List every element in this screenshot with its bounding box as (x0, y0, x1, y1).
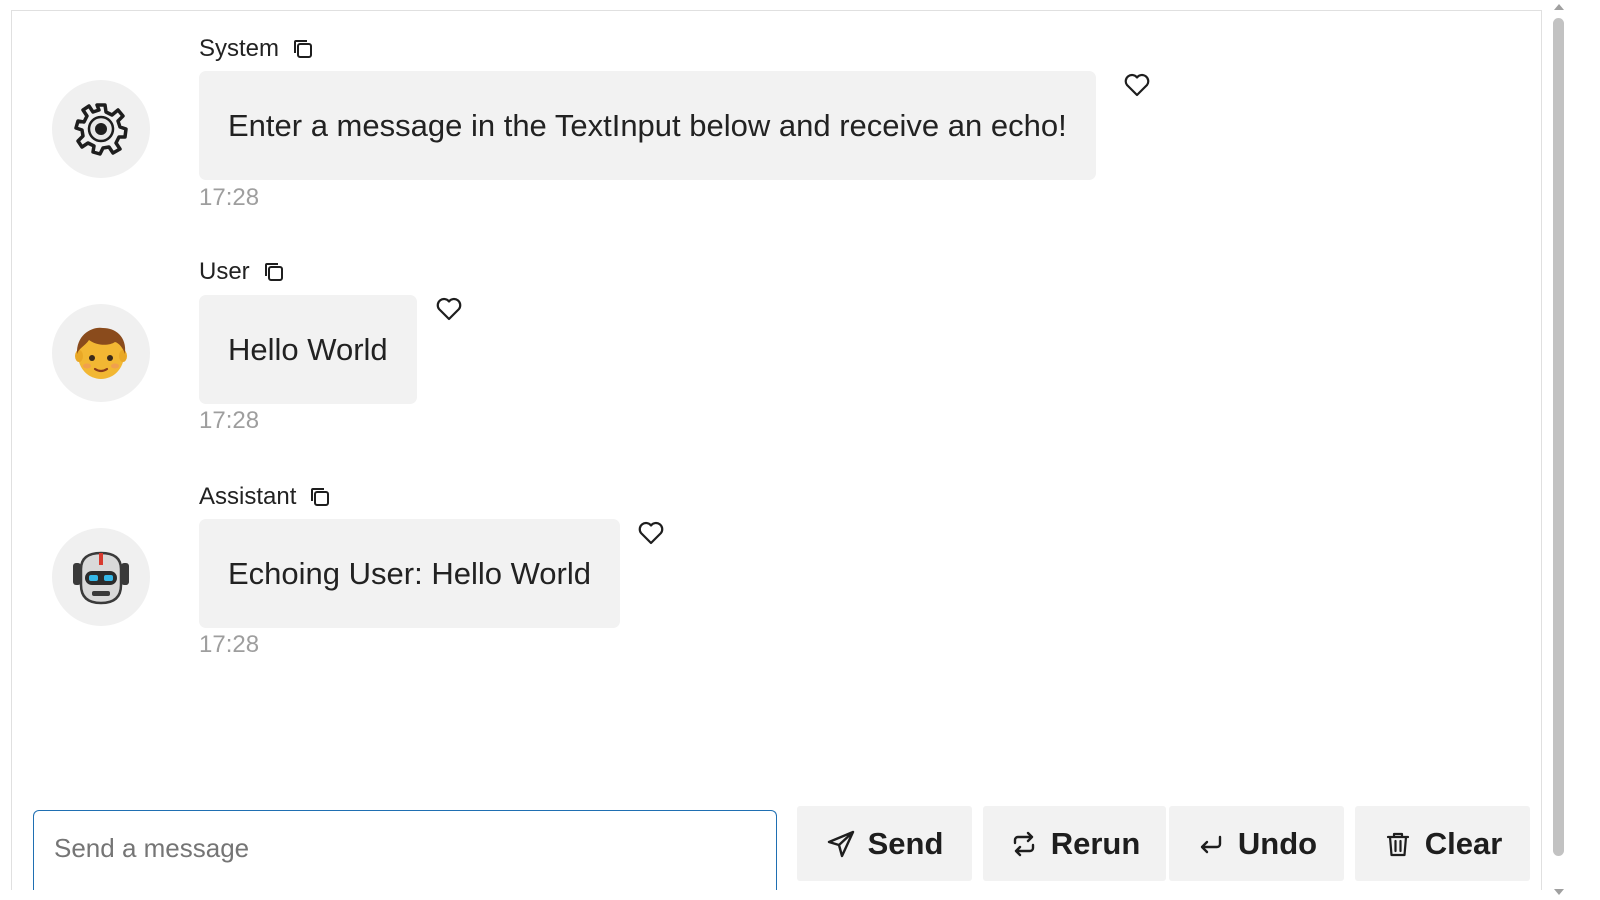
message-bubble: Hello World (199, 295, 417, 404)
sender-name: User (199, 258, 250, 285)
send-icon (827, 830, 854, 857)
return-icon (1200, 835, 1222, 853)
message-header: Assistant (199, 483, 332, 511)
scrollbar[interactable] (1549, 0, 1568, 900)
clear-label: Clear (1424, 825, 1503, 861)
robot-emoji-icon (73, 551, 129, 605)
sender-name: System (199, 35, 280, 62)
trash-icon (1386, 832, 1409, 856)
boy-emoji-icon (75, 327, 127, 379)
undo-button[interactable]: Undo (1169, 806, 1344, 881)
heart-icon[interactable] (435, 295, 463, 323)
rerun-label: Rerun (1050, 825, 1141, 861)
copy-icon[interactable] (291, 37, 315, 61)
send-label: Send (867, 825, 944, 861)
message-bubble: Enter a message in the TextInput below a… (199, 71, 1096, 180)
copy-icon[interactable] (262, 260, 286, 284)
sender-name: Assistant (199, 483, 297, 510)
scroll-thumb[interactable] (1553, 18, 1564, 856)
scroll-up-arrow[interactable] (1554, 4, 1564, 10)
user-avatar (52, 304, 150, 402)
rerun-button[interactable]: Rerun (983, 806, 1166, 881)
message-bubble: Echoing User: Hello World (199, 519, 620, 628)
timestamp: 17:28 (199, 407, 260, 434)
message-header: System (199, 35, 315, 63)
chat-feed: System Enter a message in the TextInput … (11, 10, 1542, 890)
heart-icon[interactable] (1123, 71, 1151, 99)
clear-button[interactable]: Clear (1355, 806, 1530, 881)
undo-label: Undo (1237, 825, 1318, 861)
assistant-avatar (52, 528, 150, 626)
gear-icon (74, 103, 128, 156)
copy-icon[interactable] (308, 485, 332, 509)
send-button[interactable]: Send (797, 806, 972, 881)
heart-icon[interactable] (637, 519, 665, 547)
timestamp: 17:28 (199, 631, 260, 658)
system-avatar (52, 80, 150, 178)
message-header: User (199, 258, 286, 286)
repeat-icon (1013, 831, 1034, 856)
timestamp: 17:28 (199, 184, 260, 211)
message-input[interactable]: Send a message (33, 810, 777, 890)
scroll-down-arrow[interactable] (1554, 889, 1564, 895)
